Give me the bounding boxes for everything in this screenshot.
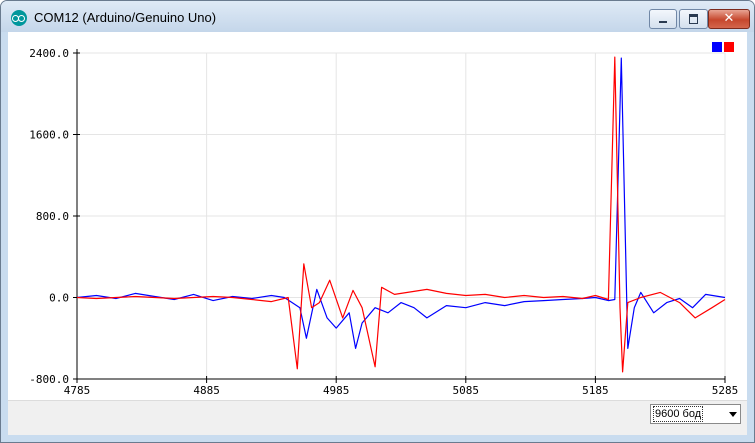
x-tick-label: 4985 — [323, 384, 350, 397]
title-bar[interactable]: COM12 (Arduino/Genuino Uno) ✕ — [1, 1, 754, 32]
minimize-icon — [659, 21, 667, 23]
status-bar: 9600 бод — [8, 400, 747, 435]
x-tick-label: 5285 — [712, 384, 739, 397]
legend-swatch-2 — [724, 42, 734, 52]
x-tick-label: 5185 — [582, 384, 609, 397]
minimize-button[interactable] — [649, 9, 677, 29]
plot-area: -800.0 0.0 800.0 1600.0 2400.0 4785 4885 4985 50… — [8, 32, 747, 435]
x-tick-label: 4885 — [193, 384, 220, 397]
arduino-icon — [11, 10, 27, 26]
baud-rate-select[interactable]: 9600 бод — [650, 404, 741, 424]
chevron-down-icon[interactable] — [729, 412, 737, 417]
window-border-right — [748, 32, 754, 442]
maximize-button[interactable] — [679, 9, 708, 29]
window-title: COM12 (Arduino/Genuino Uno) — [34, 10, 217, 25]
baud-rate-value: 9600 бод — [653, 406, 704, 422]
y-tick-label: 1600.0 — [29, 129, 69, 142]
maximize-icon — [689, 14, 698, 24]
close-icon: ✕ — [723, 11, 735, 26]
x-tick-label: 5085 — [453, 384, 480, 397]
y-tick-label: 0.0 — [49, 292, 69, 305]
close-button[interactable]: ✕ — [708, 9, 750, 29]
x-tick-label: 4785 — [64, 384, 91, 397]
y-tick-label: 2400.0 — [29, 47, 69, 60]
serial-plot: -800.00.0800.01600.02400.04785 4885 4985 50… — [29, 42, 739, 397]
y-tick-label: 800.0 — [36, 210, 69, 223]
serial-plotter-window: COM12 (Arduino/Genuino Uno) ✕ -800.0 0.0 8… — [0, 0, 755, 443]
legend-swatch-1 — [712, 42, 722, 52]
